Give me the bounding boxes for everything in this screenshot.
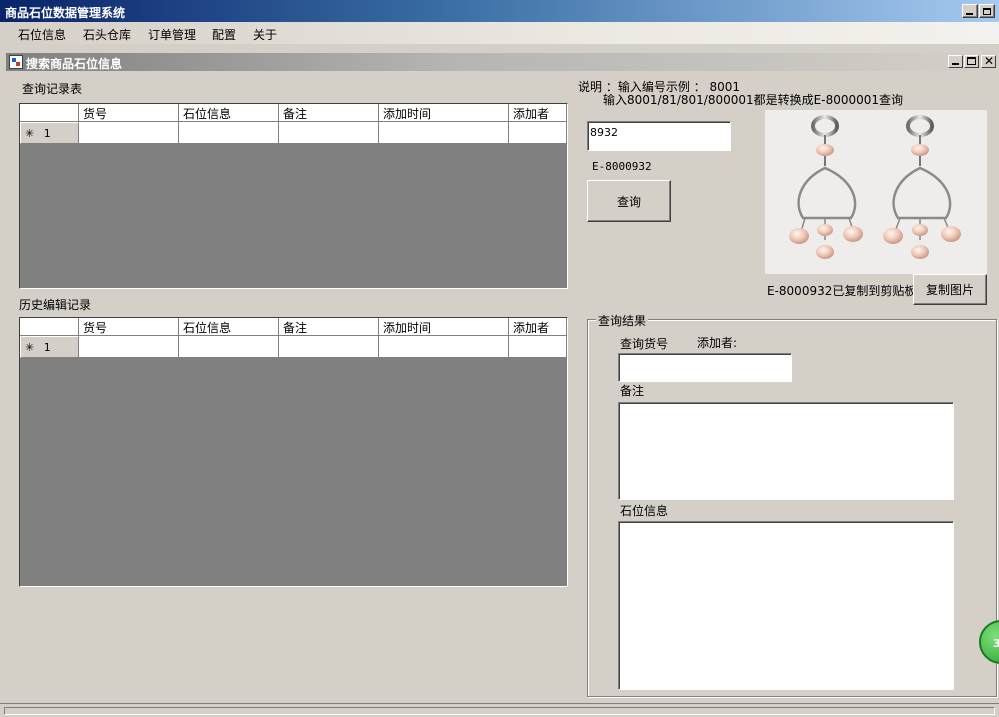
close-icon: ✕: [984, 54, 995, 68]
status-bar: [0, 703, 999, 717]
child-window-title: 搜索商品石位信息: [26, 57, 123, 71]
row-number: 1: [43, 127, 51, 140]
grid-cell[interactable]: [509, 122, 567, 144]
column-header[interactable]: 备注: [279, 104, 379, 122]
grid-cell[interactable]: [509, 336, 567, 358]
stone-info-field[interactable]: [618, 521, 954, 690]
grid-header: 货号 石位信息 备注 添加时间 添加者: [20, 318, 567, 336]
copy-status-text: E-8000932已复制到剪贴板: [767, 284, 917, 298]
corner-cell: [20, 104, 79, 122]
restore-button[interactable]: [979, 4, 995, 18]
window-title: 商品石位数据管理系统: [5, 6, 126, 20]
column-header[interactable]: 添加时间: [379, 104, 509, 122]
new-row-icon: ✳: [25, 127, 35, 140]
new-row-icon: ✳: [25, 341, 35, 354]
child-minimize-button[interactable]: [948, 55, 963, 68]
column-header[interactable]: 备注: [279, 318, 379, 336]
column-header[interactable]: 石位信息: [179, 318, 279, 336]
remark-label: 备注: [620, 384, 645, 398]
converted-code: E-8000932: [592, 160, 652, 173]
child-title-bar[interactable]: 搜索商品石位信息 ✕: [6, 53, 999, 71]
row-header[interactable]: ✳ 1: [20, 122, 79, 144]
menu-config[interactable]: 配置: [212, 26, 236, 43]
column-header[interactable]: 货号: [79, 104, 179, 122]
query-table-label: 查询记录表: [22, 82, 83, 96]
table-row[interactable]: ✳ 1: [20, 336, 567, 358]
minimize-icon: [966, 13, 973, 15]
status-panel: [4, 707, 995, 715]
grid-cell[interactable]: [279, 336, 379, 358]
grid-cell[interactable]: [179, 122, 279, 144]
menu-stone-warehouse[interactable]: 石头仓库: [83, 26, 131, 43]
table-row[interactable]: ✳ 1: [20, 122, 567, 144]
earring-image: [765, 110, 987, 274]
column-header[interactable]: 添加者: [509, 104, 567, 122]
minimize-button[interactable]: [962, 4, 978, 18]
search-input[interactable]: 8932: [587, 121, 731, 151]
instruction-line-2: 输入8001/81/801/800001都是转换成E-8000001查询: [603, 93, 904, 107]
maximize-icon: [967, 57, 976, 65]
column-header[interactable]: 石位信息: [179, 104, 279, 122]
menu-order-management[interactable]: 订单管理: [148, 26, 196, 43]
result-group-legend: 查询结果: [596, 312, 649, 329]
menu-about[interactable]: 关于: [253, 26, 277, 43]
stone-info-label: 石位信息: [620, 504, 669, 518]
grid-header: 货号 石位信息 备注 添加时间 添加者: [20, 104, 567, 122]
grid-cell[interactable]: [379, 122, 509, 144]
item-no-field[interactable]: [618, 353, 792, 382]
column-header[interactable]: 货号: [79, 318, 179, 336]
grid-cell[interactable]: [279, 122, 379, 144]
grid-cell[interactable]: [179, 336, 279, 358]
grid-cell[interactable]: [79, 336, 179, 358]
search-button[interactable]: 查询: [587, 180, 671, 222]
child-maximize-button[interactable]: [964, 55, 979, 68]
child-close-button[interactable]: ✕: [981, 54, 996, 68]
row-header[interactable]: ✳ 1: [20, 336, 79, 358]
query-records-grid[interactable]: 货号 石位信息 备注 添加时间 添加者 ✳ 1: [19, 103, 568, 289]
adder-label: 添加者:: [697, 336, 738, 350]
remark-field[interactable]: [618, 402, 954, 500]
app-icon: [9, 55, 23, 69]
row-number: 1: [43, 341, 51, 354]
menu-stone-info[interactable]: 石位信息: [18, 26, 66, 43]
main-title-bar[interactable]: 商品石位数据管理系统: [0, 0, 999, 22]
grid-cell[interactable]: [79, 122, 179, 144]
product-image: [765, 110, 987, 274]
menu-bar: 石位信息 石头仓库 订单管理 配置 关于: [0, 22, 999, 44]
item-no-label: 查询货号: [620, 337, 669, 351]
restore-icon: [983, 8, 991, 15]
column-header[interactable]: 添加时间: [379, 318, 509, 336]
grid-cell[interactable]: [379, 336, 509, 358]
minimize-icon: [952, 63, 959, 65]
copy-image-button[interactable]: 复制图片: [913, 274, 987, 305]
history-records-grid[interactable]: 货号 石位信息 备注 添加时间 添加者 ✳ 1: [19, 317, 568, 587]
history-table-label: 历史编辑记录: [19, 298, 92, 312]
corner-cell: [20, 318, 79, 336]
column-header[interactable]: 添加者: [509, 318, 567, 336]
